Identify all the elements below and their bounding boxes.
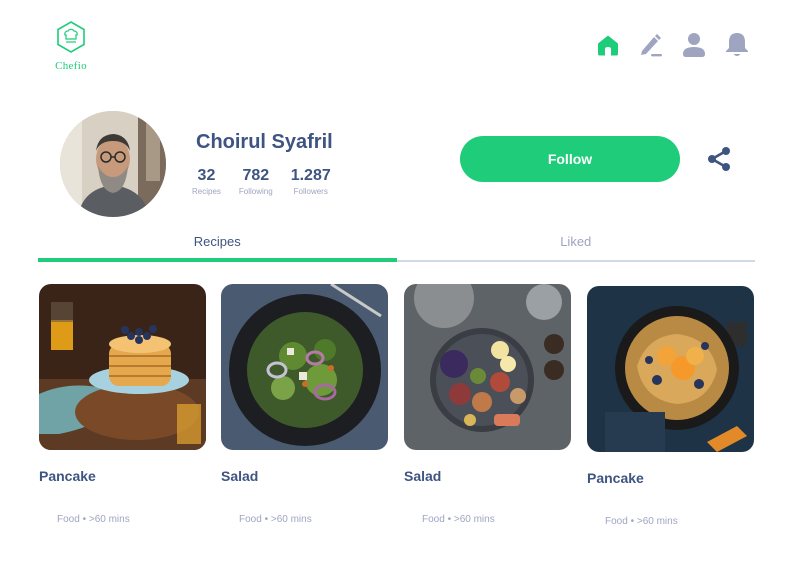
brand-logo: Chefio xyxy=(48,20,94,72)
follow-button[interactable]: Follow xyxy=(460,136,680,182)
recipe-category: Food xyxy=(57,514,80,525)
stat-label: Following xyxy=(238,187,273,196)
recipe-category: Food xyxy=(605,516,628,527)
stat-value: 782 xyxy=(242,167,270,184)
recipe-title[interactable]: Salad xyxy=(221,468,388,484)
tab-liked[interactable]: Liked xyxy=(396,226,755,262)
avatar-photo xyxy=(60,111,166,217)
recipe-card[interactable]: Salad Food • >60 mins xyxy=(221,284,388,525)
tab-recipes[interactable]: Recipes xyxy=(38,226,397,262)
recipe-time: >60 mins xyxy=(453,514,495,525)
recipe-meta: Food • >60 mins xyxy=(221,514,388,525)
chef-hat-icon xyxy=(57,21,85,53)
recipe-image-pancake-skillet[interactable] xyxy=(587,286,754,452)
nav-home[interactable] xyxy=(595,30,621,60)
recipe-title[interactable]: Pancake xyxy=(587,470,754,486)
edit-icon xyxy=(641,34,662,57)
profile-stats: 32 Recipes 782 Following 1.287 Followers xyxy=(192,167,331,196)
recipe-time: >60 mins xyxy=(636,516,678,527)
recipe-card[interactable]: Pancake Food • >60 mins xyxy=(39,284,206,525)
stat-followers[interactable]: 1.287 Followers xyxy=(291,167,331,196)
salad-photo xyxy=(221,284,388,450)
share-icon xyxy=(708,147,730,171)
profile-name: Choirul Syafril xyxy=(196,131,333,153)
recipe-time: >60 mins xyxy=(88,514,130,525)
profile-icon xyxy=(683,33,705,57)
stat-value: 1.287 xyxy=(290,167,331,184)
recipe-meta: Food • >60 mins xyxy=(587,516,754,527)
recipe-image-salad[interactable] xyxy=(221,284,388,450)
stat-following[interactable]: 782 Following xyxy=(239,167,273,196)
stat-value: 32 xyxy=(197,167,216,184)
home-icon xyxy=(598,35,618,56)
bell-icon xyxy=(726,33,748,56)
recipe-meta: Food • >60 mins xyxy=(39,514,206,525)
recipe-meta: Food • >60 mins xyxy=(404,514,571,525)
profile-avatar[interactable] xyxy=(60,111,166,217)
brand-name: Chefio xyxy=(55,60,87,72)
stat-label: Followers xyxy=(293,187,328,196)
pancake-photo xyxy=(39,284,206,450)
top-navigation xyxy=(595,30,750,60)
recipe-image-pancake[interactable] xyxy=(39,284,206,450)
recipe-category: Food xyxy=(422,514,445,525)
recipe-category: Food xyxy=(239,514,262,525)
pancake-skillet-photo xyxy=(587,286,754,452)
stat-recipes[interactable]: 32 Recipes xyxy=(192,167,221,196)
nav-edit[interactable] xyxy=(638,30,664,60)
nav-profile[interactable] xyxy=(681,30,707,60)
recipe-image-salad-platter[interactable] xyxy=(404,284,571,450)
recipe-time: >60 mins xyxy=(270,514,312,525)
share-button[interactable] xyxy=(704,145,734,173)
salad-platter-photo xyxy=(404,284,571,450)
recipe-card[interactable]: Salad Food • >60 mins xyxy=(404,284,571,525)
recipe-title[interactable]: Salad xyxy=(404,468,571,484)
recipe-title[interactable]: Pancake xyxy=(39,468,206,484)
nav-notifications[interactable] xyxy=(724,30,750,60)
profile-tabs: Recipes Liked xyxy=(38,226,755,262)
recipe-card[interactable]: Pancake Food • >60 mins xyxy=(587,286,754,527)
stat-label: Recipes xyxy=(192,187,221,196)
